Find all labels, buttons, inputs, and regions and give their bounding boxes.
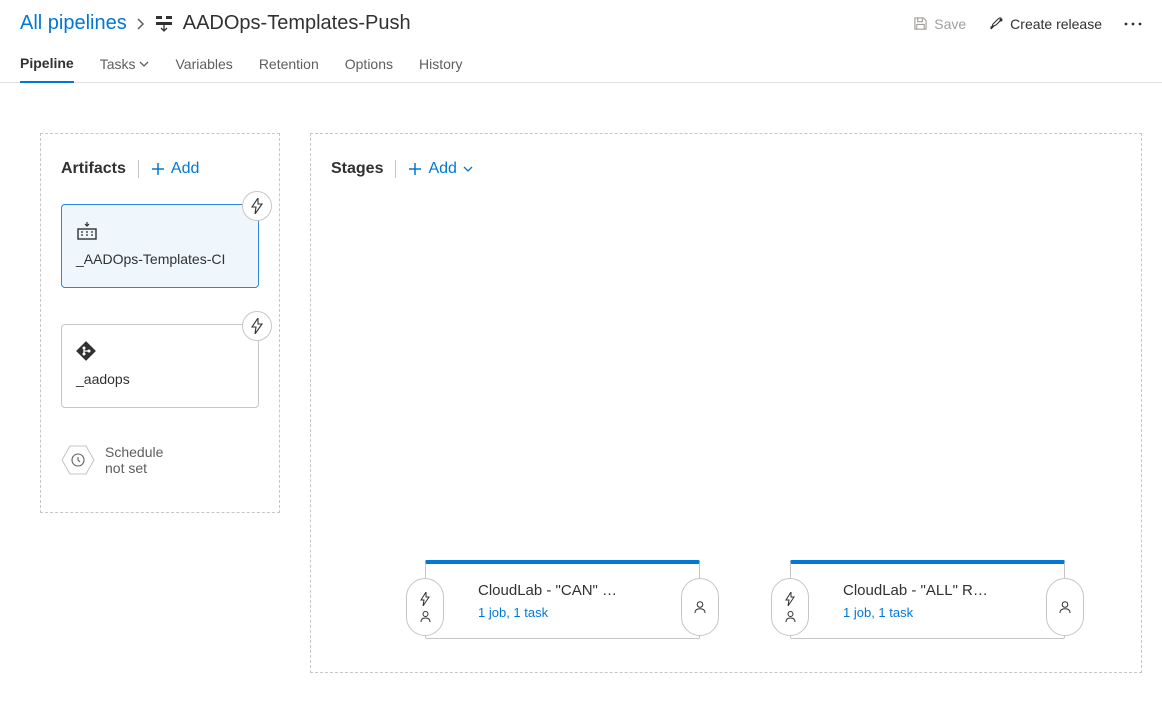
pipeline-title: AADOps-Templates-Push	[183, 12, 411, 35]
artifact-name: _AADOps-Templates-CI	[76, 251, 244, 267]
tab-tasks-label: Tasks	[100, 56, 136, 72]
add-artifact-label: Add	[171, 160, 199, 178]
add-artifact-button[interactable]: Add	[151, 160, 199, 178]
artifact-name: _aadops	[76, 371, 244, 387]
more-actions-button[interactable]	[1124, 22, 1142, 26]
pipeline-icon	[155, 15, 173, 33]
divider	[138, 160, 139, 178]
breadcrumb-root-link[interactable]: All pipelines	[20, 12, 127, 35]
stage-tasks-link[interactable]: 1 job, 1 task	[478, 605, 653, 620]
save-button-label: Save	[934, 16, 966, 32]
bolt-icon	[250, 198, 264, 214]
divider	[395, 160, 396, 178]
person-icon	[1058, 600, 1072, 614]
tabs: Pipeline Tasks Variables Retention Optio…	[0, 41, 1162, 83]
header-actions: Save Create release	[913, 16, 1142, 32]
more-icon	[1124, 22, 1142, 26]
rocket-icon	[988, 16, 1004, 32]
chevron-right-icon	[137, 18, 145, 30]
connector-wires	[311, 134, 611, 284]
pre-deploy-conditions-button[interactable]	[406, 578, 444, 636]
git-icon	[76, 341, 244, 361]
stage: CloudLab - "CAN" … 1 job, 1 task	[425, 560, 700, 639]
save-icon	[913, 16, 928, 31]
stages-header-label: Stages	[331, 160, 383, 178]
post-deploy-conditions-button[interactable]	[681, 578, 719, 636]
stage-tasks-link[interactable]: 1 job, 1 task	[843, 605, 1018, 620]
build-icon	[76, 221, 244, 241]
schedule-label: Schedule not set	[105, 444, 163, 476]
artifact-trigger-button[interactable]	[242, 191, 272, 221]
save-button[interactable]: Save	[913, 16, 966, 32]
create-release-label: Create release	[1010, 16, 1102, 32]
add-stage-button[interactable]: Add	[408, 160, 472, 178]
canvas: Artifacts Add	[0, 83, 1162, 693]
tab-pipeline[interactable]: Pipeline	[20, 55, 74, 83]
header: All pipelines AADOps-Templates-Push Save	[0, 0, 1162, 41]
stages-header: Stages Add	[331, 160, 1121, 178]
stage-row: CloudLab - "CAN" … 1 job, 1 task	[425, 560, 1162, 639]
tab-tasks[interactable]: Tasks	[100, 55, 150, 82]
person-icon	[419, 610, 432, 623]
stage-title: CloudLab - "CAN" …	[478, 582, 653, 599]
stages-panel: Stages Add	[310, 133, 1142, 673]
artifact-trigger-button[interactable]	[242, 311, 272, 341]
post-deploy-conditions-button[interactable]	[1046, 578, 1084, 636]
tab-retention[interactable]: Retention	[259, 55, 319, 82]
bolt-icon	[419, 592, 431, 606]
plus-icon	[151, 162, 165, 176]
bolt-icon	[784, 592, 796, 606]
artifact-card[interactable]: _AADOps-Templates-CI	[61, 204, 259, 288]
chevron-down-icon	[139, 61, 149, 67]
create-release-button[interactable]: Create release	[988, 16, 1102, 32]
stage: CloudLab - "ALL" R… 1 job, 1 task	[790, 560, 1065, 639]
clock-icon	[61, 445, 95, 475]
tab-history[interactable]: History	[419, 55, 463, 82]
stage-title: CloudLab - "ALL" R…	[843, 582, 1018, 599]
tab-options[interactable]: Options	[345, 55, 393, 82]
bolt-icon	[250, 318, 264, 334]
breadcrumb: All pipelines AADOps-Templates-Push	[20, 12, 913, 35]
schedule-button[interactable]: Schedule not set	[61, 444, 259, 476]
person-icon	[784, 610, 797, 623]
stage-card[interactable]: CloudLab - "ALL" R… 1 job, 1 task	[790, 560, 1065, 639]
person-icon	[693, 600, 707, 614]
artifact-card[interactable]: _aadops	[61, 324, 259, 408]
chevron-down-icon	[463, 166, 473, 172]
plus-icon	[408, 162, 422, 176]
artifacts-panel: Artifacts Add	[40, 133, 280, 513]
add-stage-label: Add	[428, 160, 456, 178]
artifacts-header: Artifacts Add	[61, 160, 259, 178]
pre-deploy-conditions-button[interactable]	[771, 578, 809, 636]
stage-card[interactable]: CloudLab - "CAN" … 1 job, 1 task	[425, 560, 700, 639]
tab-variables[interactable]: Variables	[175, 55, 232, 82]
artifacts-header-label: Artifacts	[61, 160, 126, 178]
